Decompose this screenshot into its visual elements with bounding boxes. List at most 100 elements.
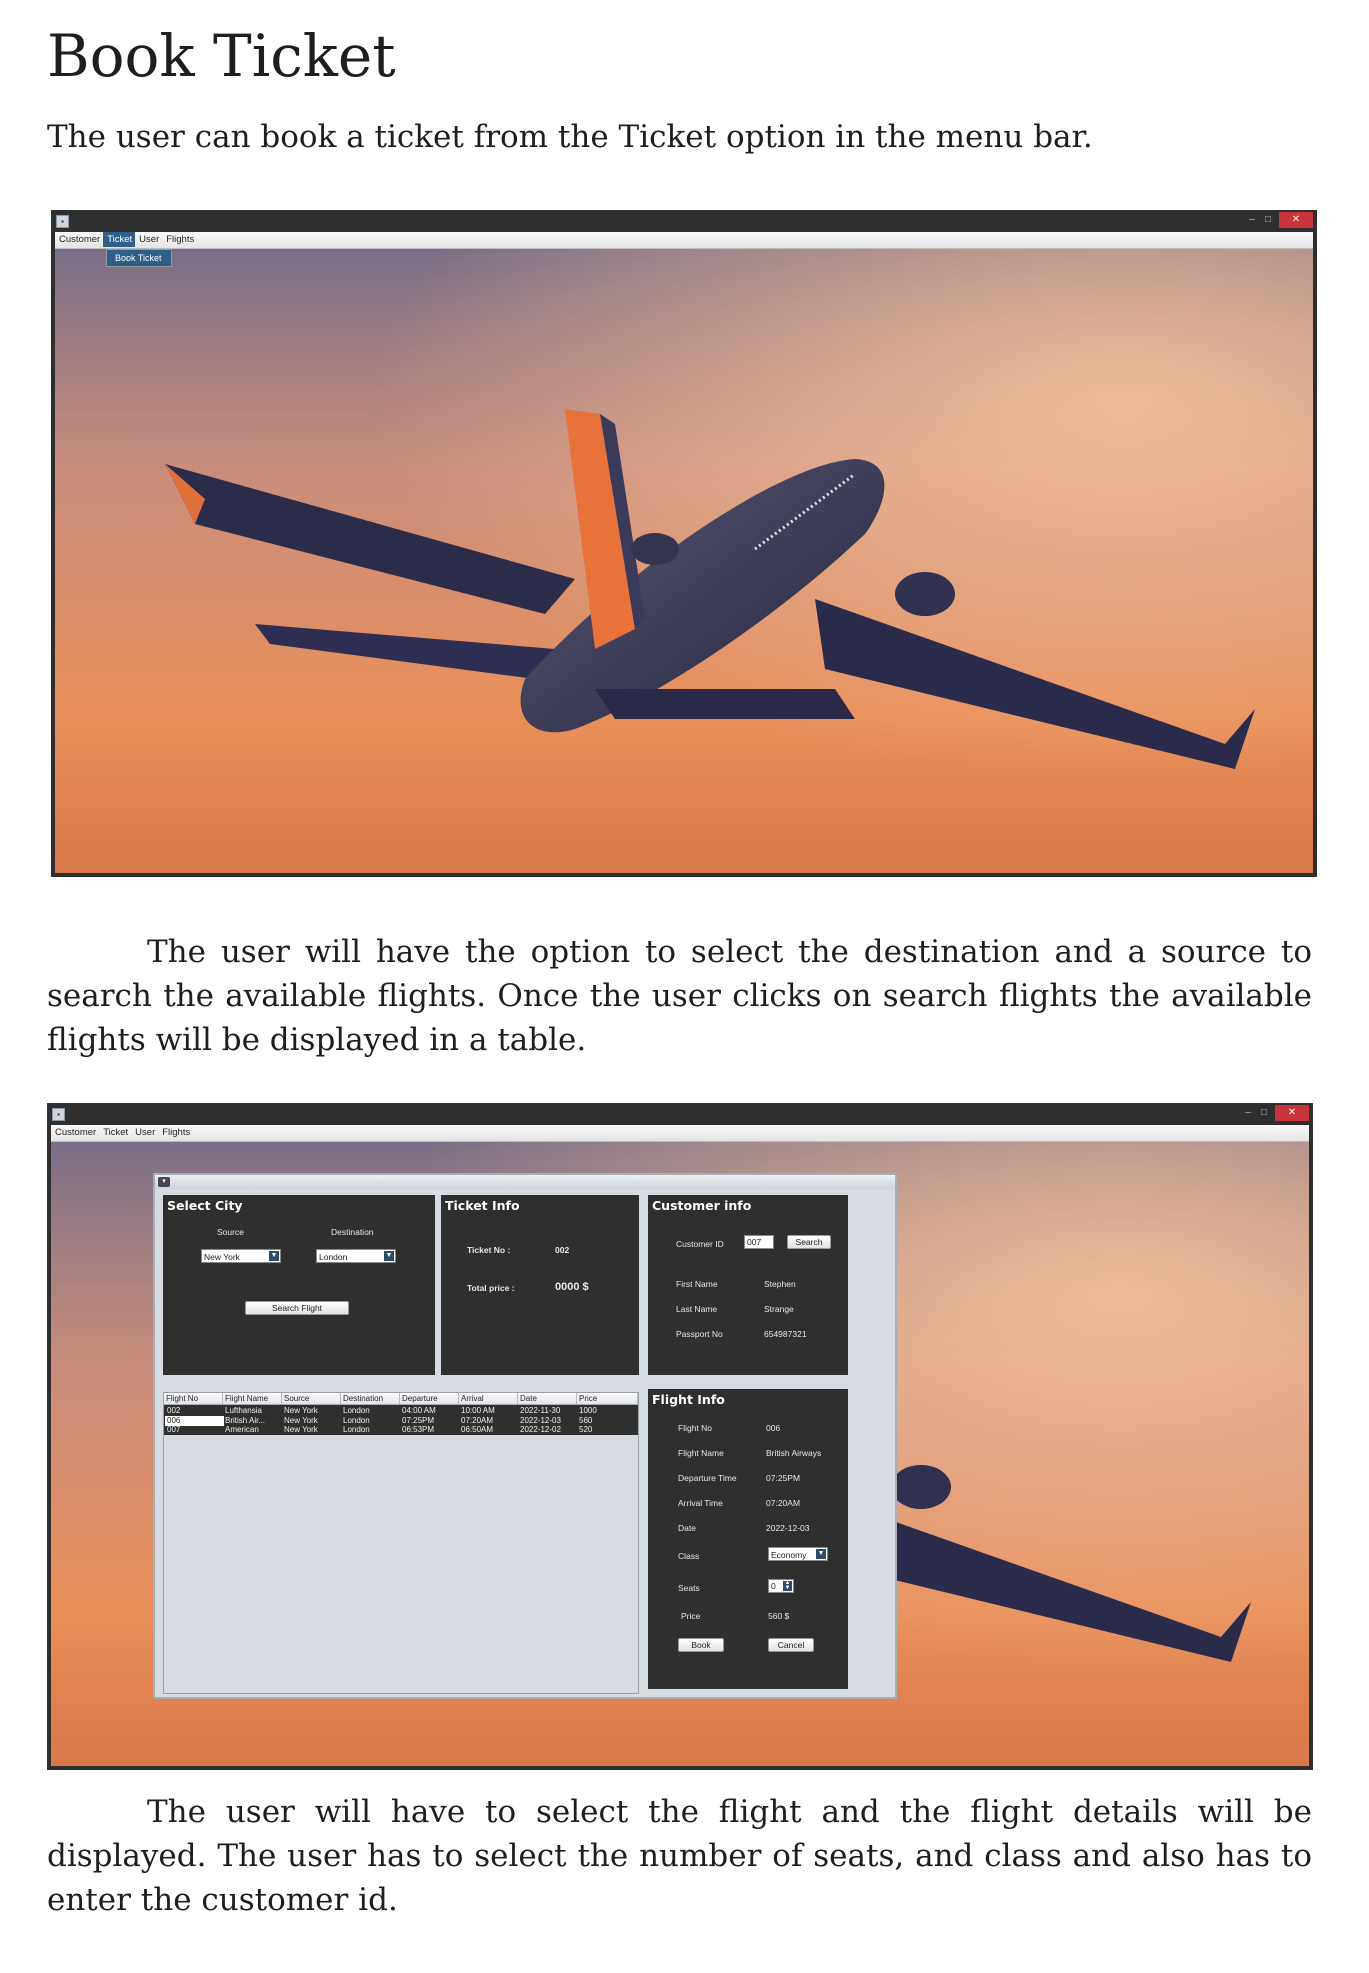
search-flight-button[interactable]: Search Flight <box>245 1301 349 1315</box>
menu-user[interactable]: User <box>135 232 162 247</box>
dialog-header: ▾ <box>155 1175 895 1189</box>
maximize-button[interactable]: □ <box>1257 1105 1271 1121</box>
title-bar: ▪ – □ ✕ <box>47 1103 1313 1125</box>
screenshot-booking-window: ▪ – □ ✕ Customer Ticket User Flights ▾ S… <box>47 1103 1313 1770</box>
table-cell: 06:53PM <box>402 1425 435 1434</box>
destination-select[interactable]: London ▼ <box>316 1249 396 1263</box>
total-price-label: Total price : <box>467 1283 515 1293</box>
table-cell: 1000 <box>579 1406 597 1415</box>
passport-label: Passport No <box>676 1329 723 1339</box>
flight-name-value: British Airways <box>766 1448 822 1458</box>
destination-select-value: London <box>319 1252 348 1262</box>
flight-info-title: Flight Info <box>652 1392 725 1407</box>
menu-bar: Customer Ticket User Flights <box>55 232 1313 249</box>
menu-user[interactable]: User <box>131 1125 158 1140</box>
column-header[interactable]: Price <box>577 1393 638 1404</box>
search-paragraph: The user will have the option to select … <box>47 934 1312 1058</box>
menu-bar: Customer Ticket User Flights <box>51 1125 1309 1142</box>
menu-ticket[interactable]: Ticket <box>103 232 136 247</box>
table-cell: 2022-12-02 <box>520 1425 561 1434</box>
table-cell: 007 <box>167 1425 181 1434</box>
customer-id-field[interactable]: 007 <box>744 1235 774 1249</box>
chevron-down-icon: ▼ <box>384 1251 394 1261</box>
price-label: Price <box>681 1611 701 1621</box>
class-select-value: Economy <box>771 1550 807 1560</box>
close-button[interactable]: ✕ <box>1279 212 1313 228</box>
details-paragraph: The user will have to select the flight … <box>47 1794 1312 1918</box>
minimize-button[interactable]: – <box>1241 1105 1255 1121</box>
intro-paragraph: The user can book a ticket from the Tick… <box>47 119 1093 155</box>
ticket-dropdown-menu: Book Ticket <box>106 249 172 267</box>
customer-info-title: Customer info <box>652 1198 752 1213</box>
customer-info-panel: Customer info Customer ID 007 Search Fir… <box>648 1195 848 1375</box>
flight-no-value: 006 <box>766 1423 781 1433</box>
table-cell: New York <box>284 1425 318 1434</box>
date-label: Date <box>678 1523 696 1533</box>
column-header[interactable]: Destination <box>341 1393 400 1404</box>
column-header[interactable]: Date <box>518 1393 577 1404</box>
column-header[interactable]: Flight Name <box>223 1393 282 1404</box>
chevron-down-icon: ▼ <box>816 1549 826 1559</box>
table-cell: 520 <box>579 1425 593 1434</box>
menu-customer[interactable]: Customer <box>51 1125 99 1140</box>
customer-search-button[interactable]: Search <box>787 1235 831 1249</box>
source-label: Source <box>217 1227 244 1237</box>
table-cell: 002 <box>167 1406 181 1415</box>
table-body: 002 Lufthansia New York London 04:00 AM … <box>164 1405 638 1435</box>
table-cell: New York <box>284 1406 318 1415</box>
last-name-label: Last Name <box>676 1304 718 1314</box>
column-header[interactable]: Source <box>282 1393 341 1404</box>
seats-value: 0 <box>771 1581 776 1591</box>
flight-no-label: Flight No <box>678 1423 713 1433</box>
screenshot-menu-window: ▪ – □ ✕ Customer Ticket User Flights Boo… <box>51 210 1317 877</box>
title-bar: ▪ – □ ✕ <box>51 210 1317 232</box>
menu-customer[interactable]: Customer <box>55 232 103 247</box>
ticket-no-value: 002 <box>555 1245 570 1255</box>
table-cell: 10:00 AM <box>461 1406 495 1415</box>
dialog-menu-icon[interactable]: ▾ <box>158 1177 170 1187</box>
flights-table: Flight No Flight Name Source Destination… <box>163 1392 639 1694</box>
first-name-label: First Name <box>676 1279 718 1289</box>
page-heading: Book Ticket <box>47 22 396 90</box>
app-icon: ▪ <box>56 215 69 228</box>
cancel-button[interactable]: Cancel <box>768 1638 814 1652</box>
first-name-value: Stephen <box>764 1279 796 1289</box>
seats-label: Seats <box>678 1583 700 1593</box>
table-cell: Lufthansia <box>225 1406 262 1415</box>
table-cell: London <box>343 1425 370 1434</box>
arrival-value: 07:20AM <box>766 1498 801 1508</box>
price-value: 560 $ <box>768 1611 790 1621</box>
close-button[interactable]: ✕ <box>1275 1105 1309 1121</box>
class-select[interactable]: Economy ▼ <box>768 1547 828 1561</box>
stepper-arrows-icon[interactable]: ▲ ▼ <box>783 1580 792 1591</box>
airplane-background-image <box>55 249 1313 873</box>
menu-flights[interactable]: Flights <box>162 232 197 247</box>
departure-label: Departure Time <box>678 1473 737 1483</box>
column-header[interactable]: Departure <box>400 1393 459 1404</box>
book-button[interactable]: Book <box>678 1638 724 1652</box>
column-header[interactable]: Arrival <box>459 1393 518 1404</box>
ticket-info-panel: Ticket Info Ticket No : 002 Total price … <box>441 1195 639 1375</box>
flight-info-panel: Flight Info Flight No 006 Flight Name Br… <box>648 1389 848 1689</box>
passport-value: 654987321 <box>764 1329 807 1339</box>
table-cell: American <box>225 1425 259 1434</box>
chevron-down-icon: ▼ <box>269 1251 279 1261</box>
maximize-button[interactable]: □ <box>1261 212 1275 228</box>
menu-ticket[interactable]: Ticket <box>99 1125 131 1140</box>
menu-item-book-ticket[interactable]: Book Ticket <box>107 250 171 266</box>
arrival-label: Arrival Time <box>678 1498 723 1508</box>
departure-value: 07:25PM <box>766 1473 801 1483</box>
source-select[interactable]: New York ▼ <box>201 1249 281 1263</box>
column-header[interactable]: Flight No <box>164 1393 223 1404</box>
menu-flights[interactable]: Flights <box>158 1125 193 1140</box>
minimize-button[interactable]: – <box>1245 212 1259 228</box>
total-price-value: 0000 $ <box>555 1281 589 1293</box>
table-cell: 06:50AM <box>461 1425 494 1434</box>
customer-id-label: Customer ID <box>676 1239 724 1249</box>
ticket-no-label: Ticket No : <box>467 1245 511 1255</box>
ticket-info-title: Ticket Info <box>445 1198 520 1213</box>
table-header: Flight No Flight Name Source Destination… <box>164 1393 638 1405</box>
source-select-value: New York <box>204 1252 240 1262</box>
seats-spinner[interactable]: 0 ▲ ▼ <box>768 1579 794 1593</box>
destination-label: Destination <box>331 1227 374 1237</box>
